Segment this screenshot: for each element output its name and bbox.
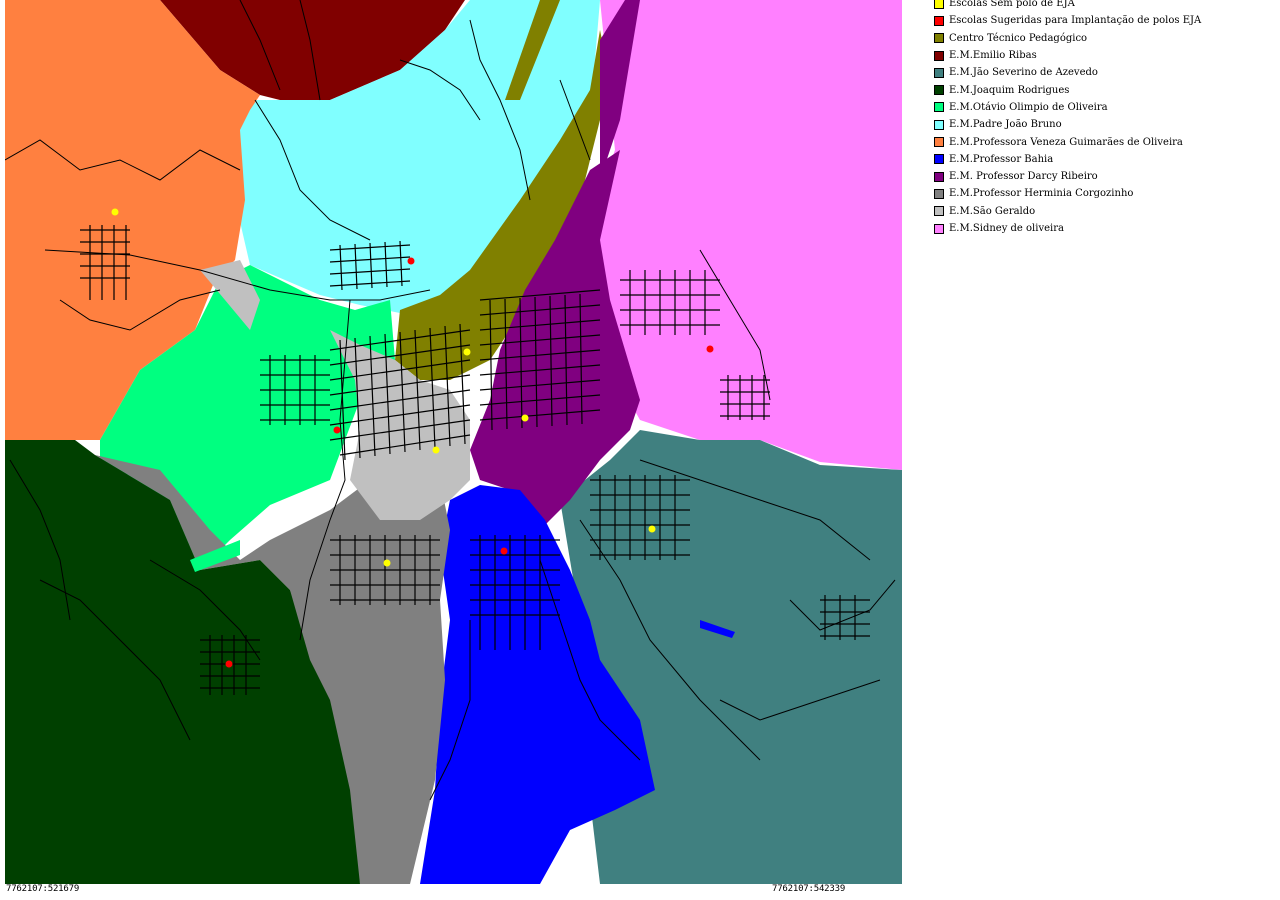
legend-swatch <box>934 102 944 113</box>
legend-swatch <box>934 206 944 217</box>
legend-swatch <box>934 188 944 199</box>
legend-item: E.M.Professor Herminia Corgozinho <box>934 185 1278 202</box>
legend-swatch <box>934 171 944 182</box>
legend-label: E.M.Joaquim Rodrigues <box>949 84 1070 96</box>
legend-label: E.M.Padre João Bruno <box>949 119 1062 131</box>
legend-item: E.M.Professora Veneza Guimarães de Olive… <box>934 133 1278 150</box>
school-point[interactable] <box>225 660 233 668</box>
legend-swatch <box>934 15 944 26</box>
school-point[interactable] <box>648 525 656 533</box>
legend-swatch <box>934 154 944 165</box>
legend-item: Escolas Sugeridas para Implantação de po… <box>934 12 1278 29</box>
map-canvas[interactable] <box>5 0 902 884</box>
legend-label: Centro Técnico Pedagógico <box>949 32 1088 44</box>
school-point[interactable] <box>706 345 714 353</box>
legend-item: E.M.São Geraldo <box>934 203 1278 220</box>
legend-label: E.M.Professor Bahia <box>949 153 1054 165</box>
school-point[interactable] <box>500 547 508 555</box>
coordinate-bottom-right: 7762107:542339 <box>772 884 846 894</box>
legend-label: Escolas Sugeridas para Implantação de po… <box>949 15 1202 27</box>
legend-item: E.M.Padre João Bruno <box>934 116 1278 133</box>
legend-item: Escolas Sem polo de EJA <box>934 0 1278 12</box>
legend-label: Escolas Sem polo de EJA <box>949 0 1075 10</box>
legend-swatch <box>934 0 944 9</box>
legend-swatch <box>934 85 944 96</box>
legend-label: E.M.Otávio Olimpio de Oliveira <box>949 101 1108 113</box>
legend-swatch <box>934 50 944 61</box>
region-joao-severino <box>560 430 902 884</box>
legend-label: E.M.Sidney de oliveira <box>949 223 1064 234</box>
legend-swatch <box>934 33 944 44</box>
legend-item: E.M.Jão Severino de Azevedo <box>934 64 1278 81</box>
legend-swatch <box>934 67 944 78</box>
school-point[interactable] <box>111 208 119 216</box>
legend-label: E.M. Professor Darcy Ribeiro <box>949 171 1098 183</box>
legend-item: E.M. Professor Darcy Ribeiro <box>934 168 1278 185</box>
legend-item: E.M.Sidney de oliveira <box>934 220 1278 237</box>
legend-label: E.M.Jão Severino de Azevedo <box>949 67 1098 79</box>
legend: Escolas Sem polo de EJA Escolas Sugerida… <box>934 0 1278 237</box>
service-areas <box>5 0 902 884</box>
legend-item: E.M.Professor Bahia <box>934 151 1278 168</box>
legend-item: E.M.Joaquim Rodrigues <box>934 81 1278 98</box>
school-point[interactable] <box>333 426 341 434</box>
school-point[interactable] <box>463 348 471 356</box>
legend-label: E.M.Professora Veneza Guimarães de Olive… <box>949 136 1183 148</box>
school-point[interactable] <box>407 257 415 265</box>
legend-label: E.M.São Geraldo <box>949 205 1036 217</box>
legend-label: E.M.Emilio Ribas <box>949 50 1037 62</box>
coordinate-bottom-left: 7762107:521679 <box>6 884 80 894</box>
school-point[interactable] <box>383 559 391 567</box>
school-point[interactable] <box>521 414 529 422</box>
legend-swatch <box>934 223 944 234</box>
school-point[interactable] <box>432 446 440 454</box>
legend-item: E.M.Emilio Ribas <box>934 47 1278 64</box>
legend-item: E.M.Otávio Olimpio de Oliveira <box>934 99 1278 116</box>
legend-swatch <box>934 119 944 130</box>
legend-item: Centro Técnico Pedagógico <box>934 30 1278 47</box>
legend-swatch <box>934 137 944 148</box>
legend-label: E.M.Professor Herminia Corgozinho <box>949 188 1134 200</box>
